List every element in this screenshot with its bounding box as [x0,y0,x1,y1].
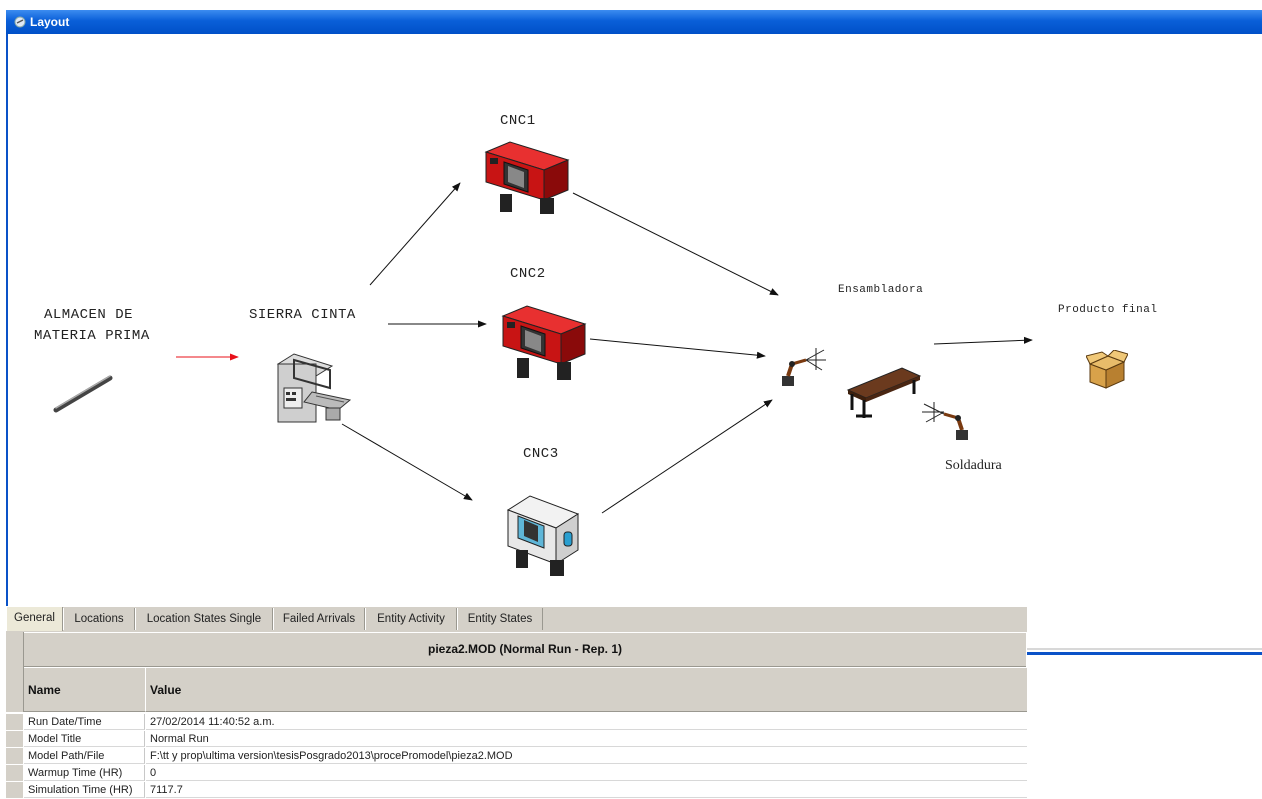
row-value: F:\tt y prop\ultima version\tesisPosgrad… [146,748,1027,764]
arrow-sierra-cnc1 [369,182,461,286]
row-name: Model Title [24,731,145,747]
report-grid[interactable]: pieza2.MOD (Normal Run - Rep. 1) Name Va… [6,632,1027,799]
tab-location-states-single[interactable]: Location States Single [135,608,273,630]
row-selector[interactable] [6,782,23,799]
column-header-name[interactable]: Name [24,668,146,712]
row-name: Warmup Time (HR) [24,765,145,781]
report-panel: General Locations Location States Single… [6,606,1027,799]
row-selector[interactable] [6,765,23,782]
row-value: Normal Run [146,731,1027,747]
table-row[interactable]: Warmup Time (HR) 0 [6,765,1027,782]
table-row[interactable]: Model Path/File F:\tt y prop\ultima vers… [6,748,1027,765]
product-box-icon[interactable] [1086,350,1128,390]
table-row[interactable]: Simulation Time (HR) 7117.7 [6,782,1027,799]
tab-locations[interactable]: Locations [63,608,135,630]
welding-robot-icon[interactable] [920,400,974,442]
band-saw-icon[interactable] [274,348,356,430]
table-row[interactable]: Model Title Normal Run [6,731,1027,748]
label-cnc1: CNC1 [500,113,536,129]
cnc2-lathe-icon[interactable] [497,302,589,384]
row-value: 7117.7 [146,782,1027,798]
report-tabs: General Locations Location States Single… [6,607,1027,631]
row-selector[interactable] [6,731,23,748]
tab-general[interactable]: General [6,607,63,631]
label-cnc3: CNC3 [523,446,559,462]
row-selector[interactable] [6,748,23,765]
arrow-sierra-cnc3 [341,423,473,501]
assembly-table-icon[interactable] [846,364,922,422]
row-value: 27/02/2014 11:40:52 a.m. [146,714,1027,730]
arrow-ensambladora-producto [933,336,1033,345]
label-ensambladora: Ensambladora [838,284,924,296]
row-value: 0 [146,765,1027,781]
label-producto-final: Producto final [1058,304,1158,316]
label-almacen-line2: MATERIA PRIMA [34,328,150,344]
row-name: Model Path/File [24,748,145,764]
tab-failed-arrivals[interactable]: Failed Arrivals [273,608,365,630]
raw-material-bar-icon[interactable] [50,372,116,418]
report-title: pieza2.MOD (Normal Run - Rep. 1) [24,633,1026,667]
arrow-cnc2-ensambladora [589,338,766,359]
row-selector[interactable] [6,714,23,731]
label-cnc2: CNC2 [510,266,546,282]
row-name: Simulation Time (HR) [24,782,145,798]
row-name: Run Date/Time [24,714,145,730]
label-sierra-cinta: SIERRA CINTA [249,307,356,323]
label-soldadura: Soldadura [945,458,1002,473]
cnc1-lathe-icon[interactable] [480,138,572,216]
tab-entity-activity[interactable]: Entity Activity [365,608,457,630]
table-row[interactable]: Run Date/Time 27/02/2014 11:40:52 a.m. [6,714,1027,731]
column-header-value[interactable]: Value [146,668,1027,712]
robot-arm-icon[interactable] [776,346,830,392]
tab-entity-states[interactable]: Entity States [457,608,543,630]
label-almacen-line1: ALMACEN DE [44,307,134,323]
arrow-cnc1-ensambladora [572,192,779,296]
grid-gutter [6,632,24,712]
cnc3-machining-center-icon[interactable] [502,490,582,580]
arrow-cnc3-ensambladora [601,399,773,514]
